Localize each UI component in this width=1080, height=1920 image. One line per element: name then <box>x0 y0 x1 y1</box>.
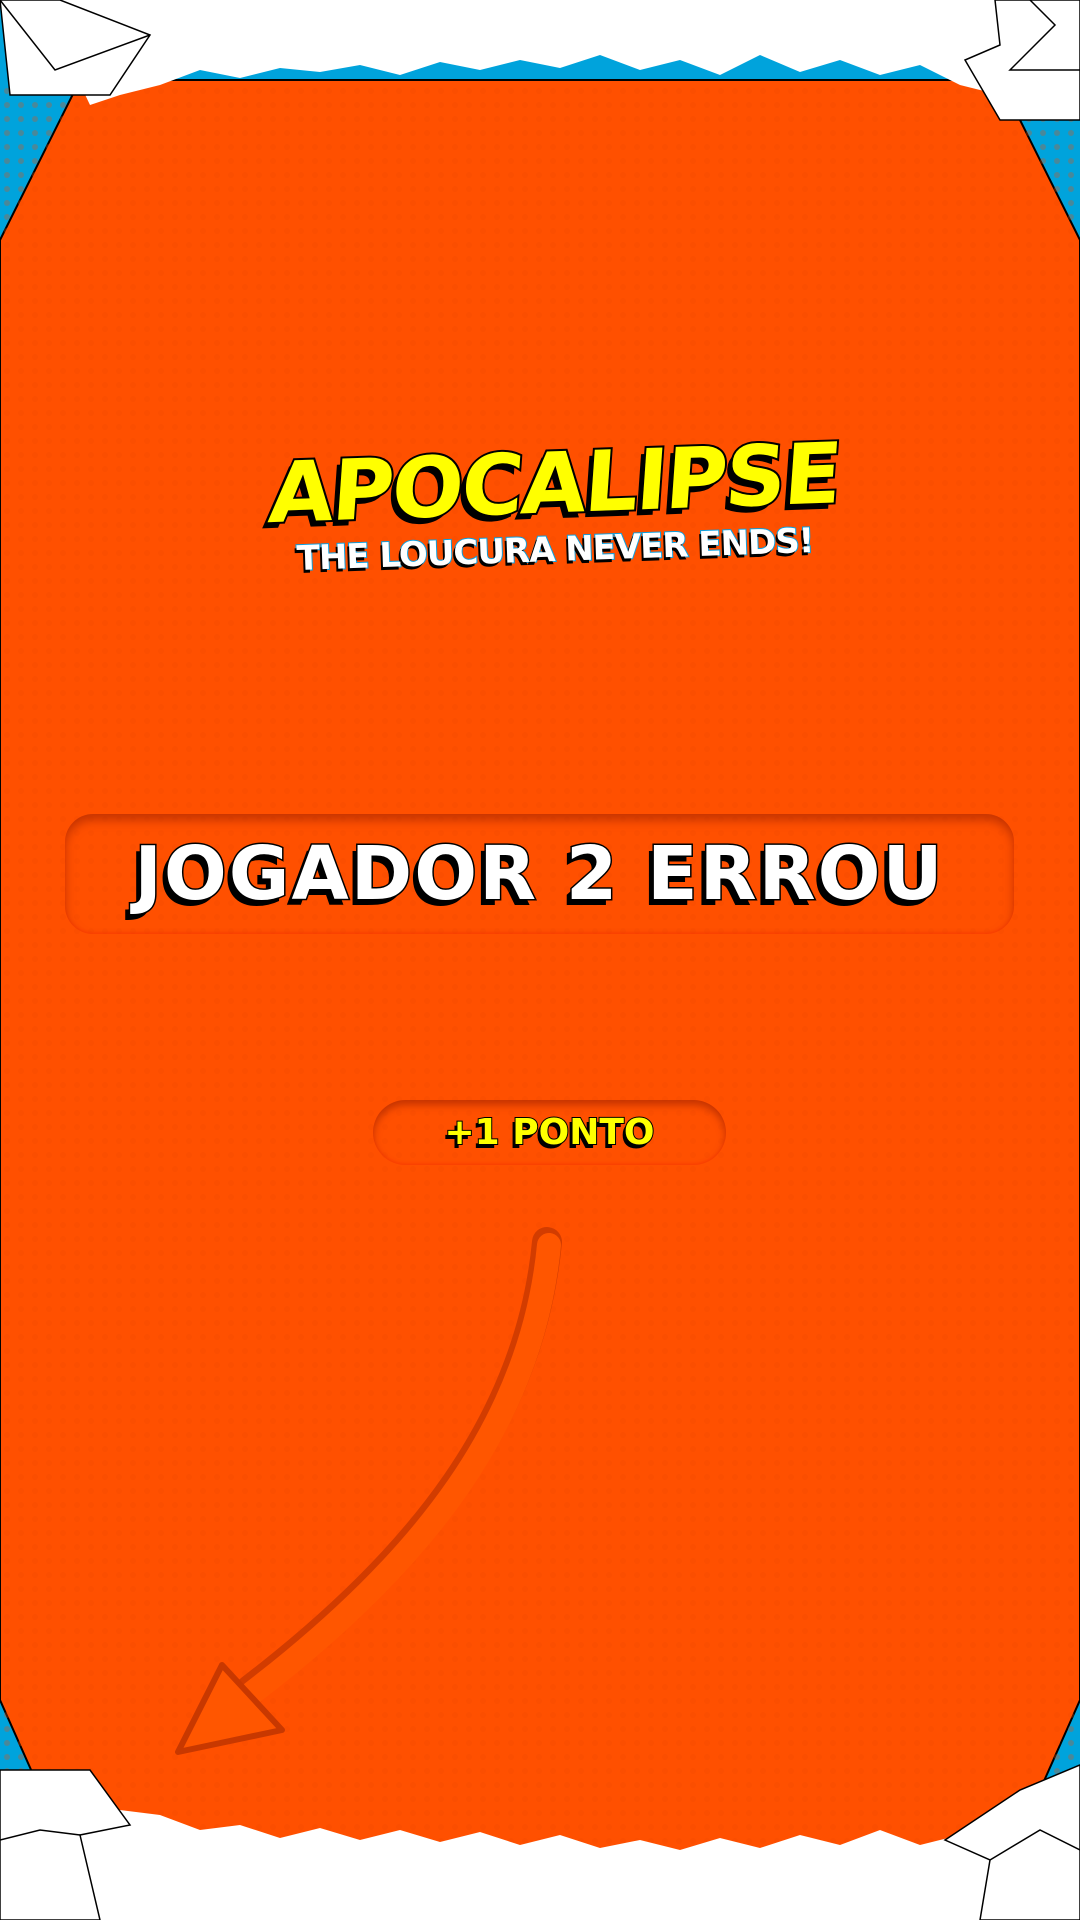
apocalipse-logo: APOCALIPSE THE LOUCURA NEVER ENDS! <box>264 422 845 580</box>
message-text: JOGADOR 2 ERROU <box>133 830 945 919</box>
game-screen: APOCALIPSE THE LOUCURA NEVER ENDS! JOGAD… <box>0 0 1080 1920</box>
background-art <box>0 0 1080 1920</box>
message-banner: JOGADOR 2 ERROU <box>65 814 1014 934</box>
dot-texture <box>0 80 1080 1880</box>
points-text: +1 PONTO <box>443 1111 655 1154</box>
points-badge: +1 PONTO <box>373 1100 726 1165</box>
